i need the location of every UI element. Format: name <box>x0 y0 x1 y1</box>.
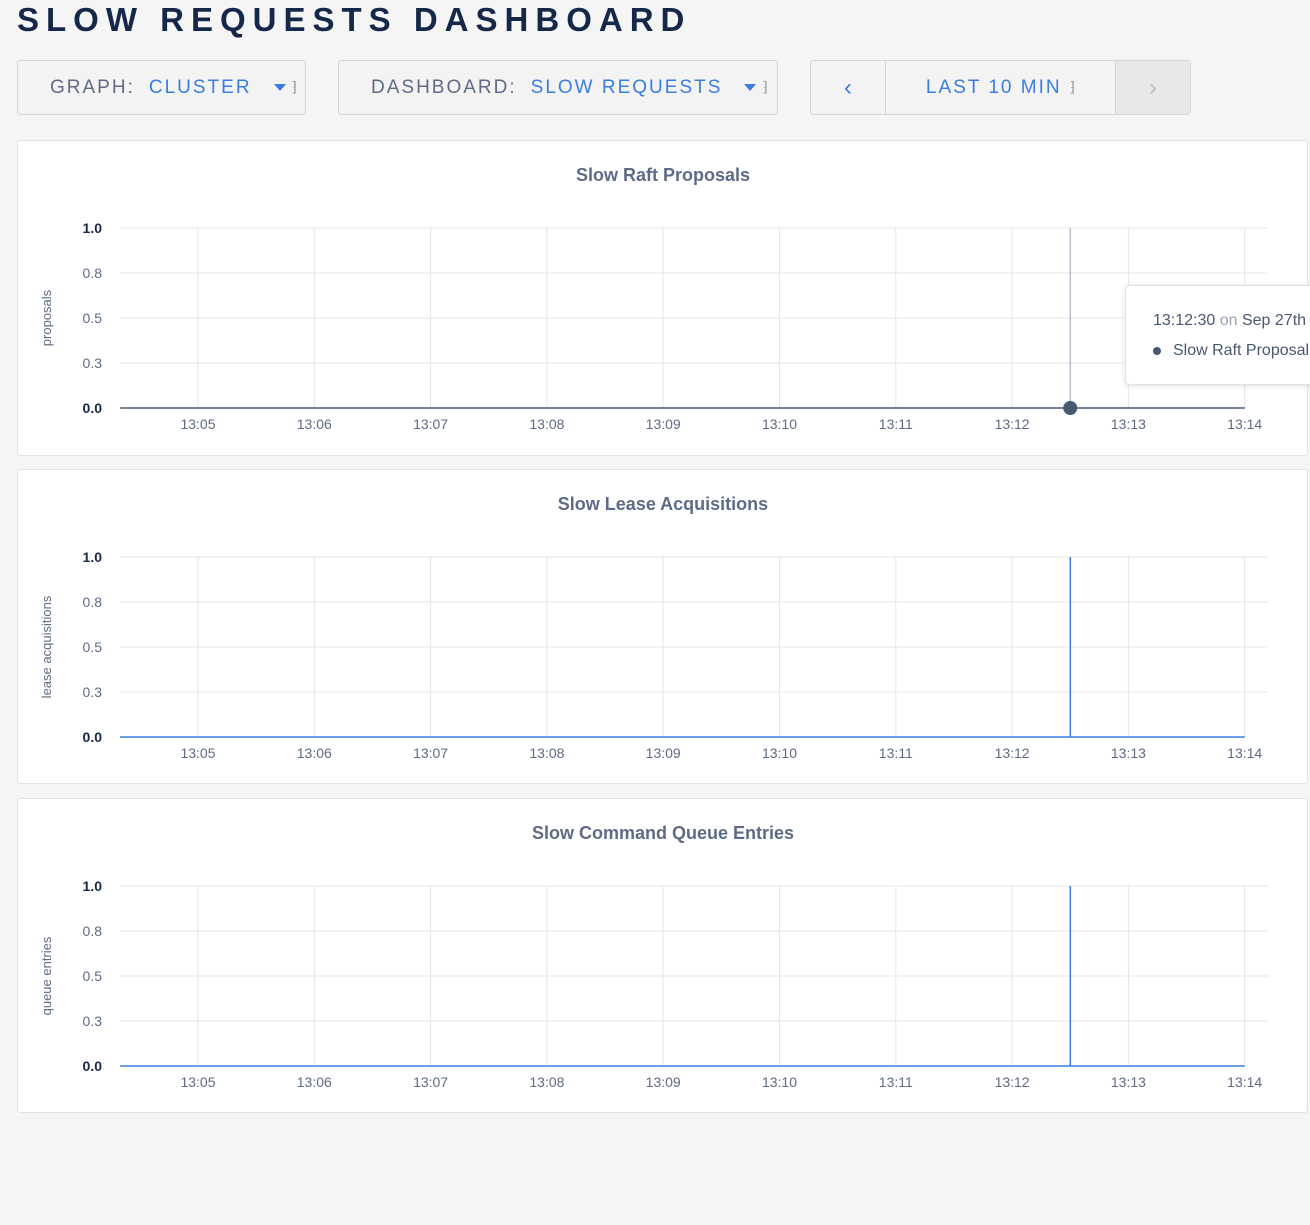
chart-lease-acquisitions: Slow Lease Acquisitions lease acquisition… <box>39 494 1268 761</box>
x-tick-label: 13:14 <box>1227 745 1262 761</box>
y-tick-label: 1.0 <box>83 220 103 236</box>
chevron-left-icon: ‹ <box>844 73 852 101</box>
x-tick-label: 13:14 <box>1227 1074 1262 1090</box>
y-tick-label: 0.5 <box>83 968 103 984</box>
tooltip-on: on <box>1219 312 1238 329</box>
x-tick-label: 13:14 <box>1227 416 1262 432</box>
x-tick-label: 13:08 <box>529 745 564 761</box>
x-tick-label: 13:12 <box>995 416 1030 432</box>
y-tick-label: 1.0 <box>83 878 103 894</box>
x-tick-label: 13:05 <box>180 745 215 761</box>
chart-panel-raft-proposals: Slow Raft Proposals proposals 13:05 13:06 13… <box>17 140 1308 456</box>
x-tick-label: 13:07 <box>413 1074 448 1090</box>
x-tick-label: 13:12 <box>995 1074 1030 1090</box>
dashboard-selector[interactable]: DASHBOARD: SLOW REQUESTS ⁆ <box>338 60 778 115</box>
x-tick-label: 13:07 <box>413 416 448 432</box>
next-range-button[interactable]: › <box>1116 61 1190 114</box>
dashboard-selector-value[interactable]: SLOW REQUESTS <box>531 77 723 99</box>
y-tick-label: 0.8 <box>83 594 103 610</box>
chart-title: Slow Lease Acquisitions <box>558 494 768 514</box>
x-tick-label: 13:07 <box>413 745 448 761</box>
graph-selector[interactable]: GRAPH: CLUSTER ⁆ <box>17 60 306 115</box>
chart-panel-lease-acquisitions: Slow Lease Acquisitions lease acquisition… <box>17 469 1308 784</box>
tooltip-series-name: Slow Raft Proposals <box>1173 342 1310 359</box>
x-tick-label: 13:09 <box>646 1074 681 1090</box>
dropdown-handle-icon: ⁆ <box>291 79 298 95</box>
chart-title: Slow Command Queue Entries <box>532 823 794 843</box>
x-tick-label: 13:06 <box>297 1074 332 1090</box>
chevron-right-icon: › <box>1149 73 1157 101</box>
x-tick-label: 13:08 <box>529 416 564 432</box>
y-axis-label: queue entries <box>39 936 54 1015</box>
y-tick-label: 0.5 <box>83 639 103 655</box>
x-tick-label: 13:11 <box>879 745 913 761</box>
tooltip-date: Sep 27th <box>1241 312 1307 329</box>
x-tick-label: 13:05 <box>180 416 215 432</box>
previous-range-button[interactable]: ‹ <box>811 61 885 114</box>
x-tick-label: 13:13 <box>1111 416 1146 432</box>
chart-panel-command-queue: Slow Command Queue Entries queue entries 1… <box>17 798 1308 1113</box>
y-tick-label: 0.0 <box>83 729 103 745</box>
hover-point <box>1063 401 1078 415</box>
y-tick-label: 0.0 <box>83 400 103 416</box>
chart-raft-proposals: Slow Raft Proposals proposals 13:05 13:06 13… <box>39 165 1268 432</box>
dashboard-selector-label: DASHBOARD: <box>371 76 517 98</box>
x-tick-label: 13:09 <box>646 745 681 761</box>
y-tick-label: 0.0 <box>83 1058 103 1074</box>
x-tick-label: 13:10 <box>762 745 797 761</box>
x-tick-label: 13:10 <box>762 416 797 432</box>
tooltip-time: 13:12:30 <box>1153 312 1216 329</box>
y-axis-label: lease acquisitions <box>39 595 54 698</box>
caret-down-icon[interactable] <box>273 84 286 91</box>
time-range-label: LAST 10 MIN <box>925 76 1062 98</box>
chart-tooltip: 13:12:30 on Sep 27th Slow Raft Proposals <box>1125 285 1310 385</box>
y-tick-label: 1.0 <box>83 549 103 565</box>
x-tick-label: 13:12 <box>995 745 1030 761</box>
time-range-navigator: ‹ LAST 10 MIN ⁆ › <box>810 60 1191 115</box>
x-tick-label: 13:10 <box>762 1074 797 1090</box>
graph-selector-value[interactable]: CLUSTER <box>149 77 252 99</box>
y-tick-label: 0.3 <box>83 355 103 371</box>
x-tick-label: 13:06 <box>297 745 332 761</box>
y-tick-label: 0.8 <box>83 265 103 281</box>
caret-down-icon[interactable] <box>744 84 757 91</box>
x-tick-label: 13:11 <box>879 416 913 432</box>
page-title: SLOW REQUESTS DASHBOARD <box>17 1 692 38</box>
time-range-selector[interactable]: LAST 10 MIN ⁆ <box>885 61 1116 114</box>
dropdown-handle-icon: ⁆ <box>762 79 768 95</box>
chart-command-queue: Slow Command Queue Entries queue entries 1… <box>39 823 1268 1090</box>
y-tick-label: 0.3 <box>83 684 103 700</box>
tooltip-series-row: Slow Raft Proposals <box>1153 342 1310 360</box>
x-tick-label: 13:05 <box>180 1074 215 1090</box>
y-tick-label: 0.8 <box>83 923 103 939</box>
dropdown-handle-icon: ⁆ <box>1069 79 1076 95</box>
x-tick-label: 13:08 <box>529 1074 564 1090</box>
y-tick-label: 0.3 <box>83 1013 103 1029</box>
y-tick-label: 0.5 <box>83 310 103 326</box>
x-tick-label: 13:13 <box>1111 745 1146 761</box>
tooltip-timestamp: 13:12:30 on Sep 27th <box>1153 312 1306 330</box>
series-dot-icon <box>1153 347 1161 355</box>
x-tick-label: 13:06 <box>297 416 332 432</box>
x-tick-label: 13:13 <box>1111 1074 1146 1090</box>
graph-selector-label: GRAPH: <box>50 76 135 98</box>
chart-title: Slow Raft Proposals <box>576 165 750 185</box>
x-tick-label: 13:09 <box>646 416 681 432</box>
x-tick-label: 13:11 <box>879 1074 913 1090</box>
y-axis-label: proposals <box>39 289 54 346</box>
